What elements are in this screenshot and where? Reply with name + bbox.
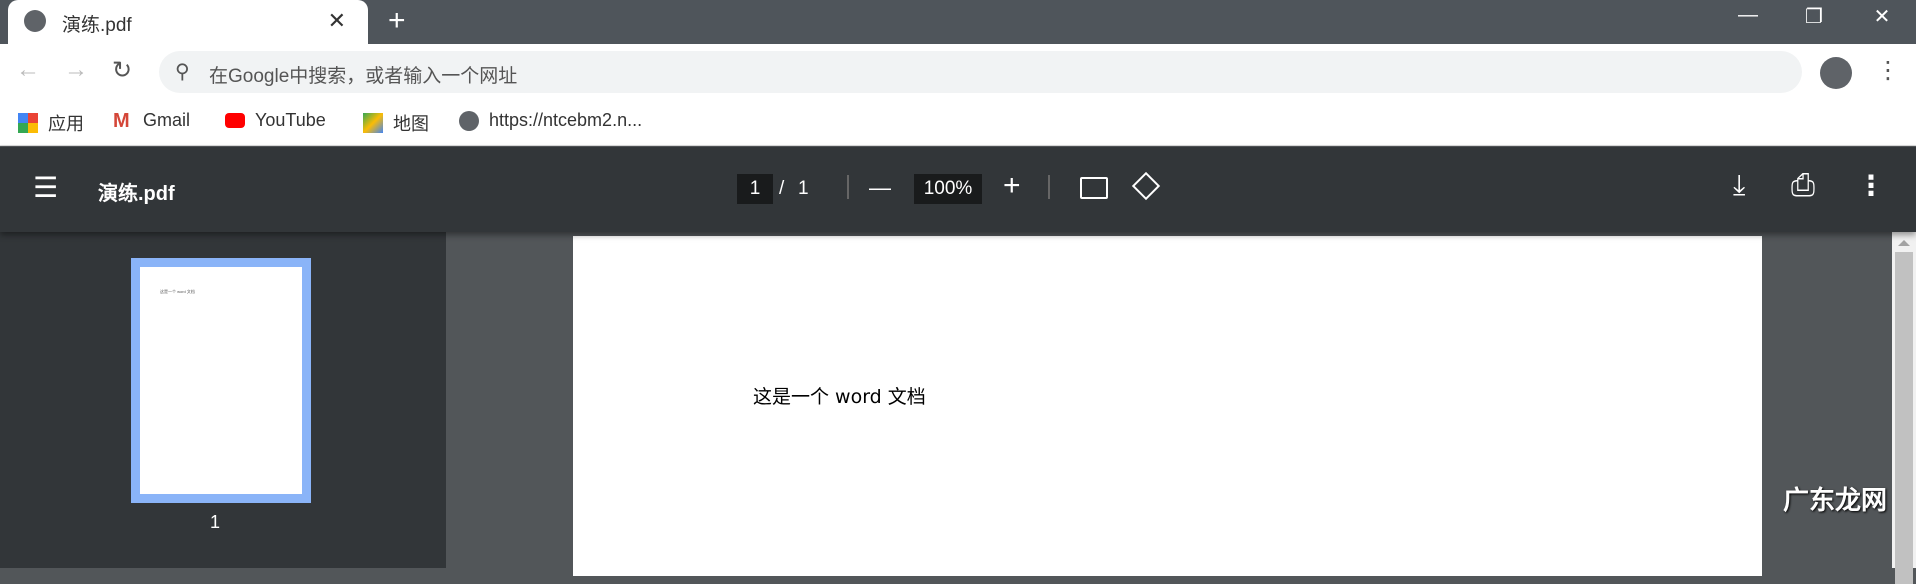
- gmail-icon: M: [113, 109, 130, 132]
- thumbnail-page: 这是一个 word 文档: [140, 267, 302, 494]
- zoom-out-button[interactable]: —: [869, 175, 891, 201]
- bookmark-label: https://ntcebm2.n...: [489, 110, 643, 130]
- bookmark-label: 应用: [48, 114, 84, 134]
- restore-button[interactable]: ❐: [1794, 4, 1834, 29]
- search-icon: ⚲: [175, 61, 190, 83]
- fit-page-icon[interactable]: [1080, 177, 1108, 199]
- forward-button[interactable]: →: [64, 56, 88, 84]
- rotate-icon[interactable]: [1131, 171, 1161, 201]
- tab-close-button[interactable]: ✕: [328, 8, 346, 34]
- zoom-in-button[interactable]: +: [1003, 169, 1021, 203]
- tab-strip: 演练.pdf ✕ + — ❐ ✕: [0, 0, 1916, 44]
- new-tab-button[interactable]: +: [388, 4, 406, 38]
- bookmark-gmail[interactable]: M Gmail: [113, 110, 190, 131]
- page-separator: /: [779, 178, 785, 199]
- download-icon[interactable]: ⤓: [1733, 169, 1745, 202]
- tab-title: 演练.pdf: [62, 15, 132, 36]
- window-close-button[interactable]: ✕: [1862, 4, 1902, 29]
- pdf-page: 这是一个 word 文档: [573, 236, 1762, 576]
- minimize-button[interactable]: —: [1728, 4, 1768, 27]
- document-title: 演练.pdf: [98, 183, 175, 205]
- divider: [1048, 175, 1050, 199]
- maps-icon: [363, 113, 383, 133]
- tab-active[interactable]: 演练.pdf ✕: [8, 0, 368, 44]
- reload-button[interactable]: ↻: [112, 56, 132, 85]
- scroll-up-arrow-icon[interactable]: [1898, 240, 1910, 246]
- bookmark-apps[interactable]: 应用: [18, 110, 84, 136]
- more-options-button[interactable]: ⋮: [1857, 169, 1885, 202]
- thumbnail-text: 这是一个 word 文档: [160, 289, 195, 294]
- page-text: 这是一个 word 文档: [753, 386, 926, 408]
- address-bar[interactable]: ⚲ 在Google中搜索，或者输入一个网址: [159, 51, 1802, 93]
- divider: [847, 175, 849, 199]
- globe-icon: [459, 110, 479, 131]
- address-placeholder: 在Google中搜索，或者输入一个网址: [209, 66, 518, 87]
- page-number-input[interactable]: 1: [737, 174, 773, 204]
- bookmark-maps[interactable]: 地图: [363, 110, 429, 136]
- bookmark-label: Gmail: [143, 110, 191, 130]
- bookmark-youtube[interactable]: YouTube: [225, 110, 326, 131]
- pdf-toolbar: ☰ 演练.pdf 1 / 1 — 100% + ⤓ ⎙ ⋮: [0, 147, 1916, 232]
- profile-avatar-icon[interactable]: [1820, 57, 1852, 89]
- menu-icon[interactable]: ☰: [33, 171, 58, 204]
- youtube-icon: [225, 113, 245, 128]
- scrollbar-thumb[interactable]: [1895, 252, 1913, 584]
- page-total: 1: [798, 178, 809, 199]
- zoom-level-input[interactable]: 100%: [914, 174, 982, 204]
- apps-grid-icon: [18, 113, 38, 133]
- thumbnail-label: 1: [210, 512, 221, 532]
- browser-menu-button[interactable]: ⋮: [1876, 56, 1900, 85]
- bookmark-ntcebm[interactable]: https://ntcebm2.n...: [459, 110, 642, 131]
- print-icon[interactable]: ⎙: [1791, 169, 1815, 203]
- bookmark-label: YouTube: [255, 110, 326, 130]
- back-button[interactable]: ←: [16, 56, 40, 84]
- page-thumbnail[interactable]: 这是一个 word 文档: [131, 258, 311, 503]
- watermark: 广东龙网: [1783, 485, 1888, 515]
- bookmarks-bar: 应用 M Gmail YouTube 地图 https://ntcebm2.n.…: [0, 102, 1916, 146]
- navigation-bar: ← → ↻ ⚲ 在Google中搜索，或者输入一个网址 ⋮: [0, 44, 1916, 102]
- bookmark-label: 地图: [393, 114, 429, 134]
- globe-icon: [24, 10, 46, 32]
